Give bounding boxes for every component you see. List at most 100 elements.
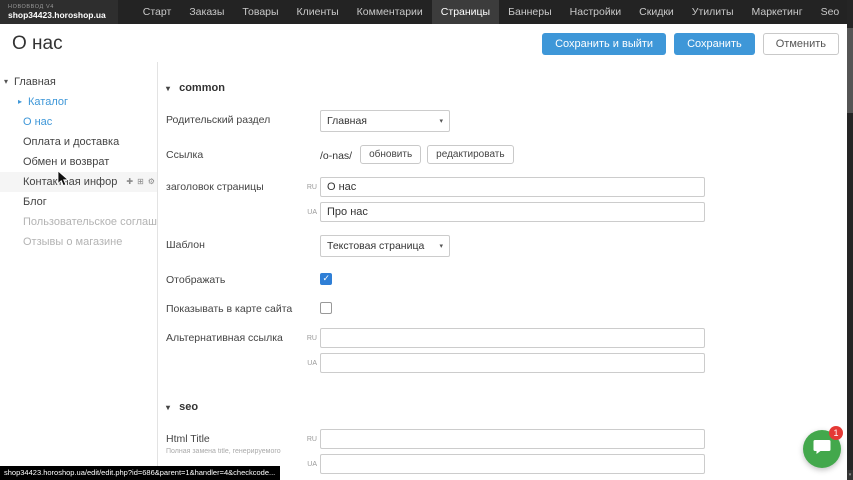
sitemap-label: Показывать в карте сайта <box>166 299 304 315</box>
header-buttons: Сохранить и выйти Сохранить Отменить <box>542 33 839 55</box>
menu-item-seo[interactable]: Seo <box>812 0 849 24</box>
sidebar-item-label: Блог <box>23 196 47 208</box>
lang-ru-label: RU <box>304 436 317 443</box>
lang-ua-label: UA <box>304 360 317 367</box>
menu-item-products[interactable]: Товары <box>233 0 287 24</box>
cancel-button[interactable]: Отменить <box>763 33 839 55</box>
sidebar-item-about[interactable]: О нас <box>0 112 157 132</box>
parent-section-row: Родительский раздел Главная ▾ <box>166 110 853 132</box>
alt-link-label: Альтернативная ссылка <box>166 328 304 373</box>
alt-link-ua-input[interactable] <box>320 353 705 373</box>
sidebar-item-contact-info[interactable]: Контактная инфор ✚ ⊞ ⚙ <box>0 172 157 192</box>
display-row: Отображать <box>166 270 853 286</box>
menu-item-comments[interactable]: Комментарии <box>348 0 432 24</box>
gear-icon[interactable]: ⚙ <box>148 178 155 186</box>
chevron-down-icon: ▾ <box>439 117 443 125</box>
page-title-label: заголовок страницы <box>166 177 304 222</box>
lang-ua-label: UA <box>304 209 317 216</box>
lang-ua-label: UA <box>304 461 317 468</box>
lang-ru-label: RU <box>304 184 317 191</box>
menu-item-clients[interactable]: Клиенты <box>288 0 348 24</box>
page-title: О нас <box>12 33 63 55</box>
edit-form: ▾ common Родительский раздел Главная ▾ <box>158 62 853 480</box>
alt-link-row: Альтернативная ссылка RU UA <box>166 328 853 373</box>
chevron-down-icon: ▾ <box>166 84 170 93</box>
menu-item-utilities[interactable]: Утилиты <box>683 0 743 24</box>
link-row: Ссылка /o-nas/ обновить редактировать <box>166 145 853 164</box>
status-url-tooltip: shop34423.horoshop.ua/edit/edit.php?id=6… <box>0 466 280 480</box>
menu-item-discounts[interactable]: Скидки <box>630 0 683 24</box>
page-header: О нас Сохранить и выйти Сохранить Отмени… <box>0 24 853 62</box>
section-seo-header[interactable]: ▾ seo <box>166 401 853 413</box>
sidebar-item-label: Пользовательское соглашение <box>23 216 157 228</box>
sidebar-item-payment-delivery[interactable]: Оплата и доставка <box>0 132 157 152</box>
chevron-down-icon: ▾ <box>439 242 443 250</box>
template-row: Шаблон Текстовая страница ▾ <box>166 235 853 257</box>
move-icon[interactable]: ✚ <box>126 178 133 186</box>
sidebar-item-label: Оплата и доставка <box>23 136 119 148</box>
link-update-button[interactable]: обновить <box>360 145 421 164</box>
display-label: Отображать <box>166 270 304 286</box>
link-value: /o-nas/ <box>320 147 352 162</box>
chevron-right-icon[interactable]: ▸ <box>18 97 22 106</box>
sidebar-item-label: Главная <box>14 76 56 88</box>
template-value: Текстовая страница <box>327 240 424 252</box>
sidebar-item-store-reviews[interactable]: Отзывы о магазине <box>0 232 157 252</box>
sidebar-item-user-agreement[interactable]: Пользовательское соглашение <box>0 212 157 232</box>
parent-section-label: Родительский раздел <box>166 110 304 132</box>
alt-link-ru-input[interactable] <box>320 328 705 348</box>
lang-ru-label: RU <box>304 335 317 342</box>
template-select[interactable]: Текстовая страница ▾ <box>320 235 450 257</box>
page-title-row: заголовок страницы RU UA <box>166 177 853 222</box>
sitemap-row: Показывать в карте сайта <box>166 299 853 315</box>
html-title-ru-input[interactable] <box>320 429 705 449</box>
sidebar-item-blog[interactable]: Блог <box>0 192 157 212</box>
vertical-scrollbar[interactable]: ▾ <box>847 0 853 480</box>
sidebar-item-label: Отзывы о магазине <box>23 236 122 248</box>
section-seo-title: seo <box>179 401 198 413</box>
menu-item-orders[interactable]: Заказы <box>180 0 233 24</box>
parent-section-value: Главная <box>327 115 367 127</box>
sidebar-item-home[interactable]: ▾ Главная <box>0 72 157 92</box>
menu-item-start[interactable]: Старт <box>134 0 181 24</box>
sitemap-checkbox[interactable] <box>320 302 332 314</box>
menu-item-banners[interactable]: Баннеры <box>499 0 561 24</box>
chat-unread-badge: 1 <box>829 426 843 440</box>
section-common-title: common <box>179 82 225 94</box>
html-title-ua-input[interactable] <box>320 454 705 474</box>
page-title-ua-input[interactable] <box>320 202 705 222</box>
page-title-ru-input[interactable] <box>320 177 705 197</box>
chat-bubble-icon <box>813 439 831 460</box>
menu-item-marketing[interactable]: Маркетинг <box>743 0 812 24</box>
add-page-icon[interactable]: ⊞ <box>137 178 144 186</box>
brand-block[interactable]: НОВОВВОД V4 shop34423.horoshop.ua <box>0 0 118 24</box>
menu-item-settings[interactable]: Настройки <box>561 0 631 24</box>
display-checkbox[interactable] <box>320 273 332 285</box>
link-label: Ссылка <box>166 145 304 164</box>
parent-section-select[interactable]: Главная ▾ <box>320 110 450 132</box>
tree-item-actions: ✚ ⊞ ⚙ <box>126 178 157 186</box>
chevron-down-icon[interactable]: ▾ <box>4 77 8 86</box>
save-and-exit-button[interactable]: Сохранить и выйти <box>542 33 666 55</box>
chevron-down-icon: ▾ <box>166 403 170 412</box>
pages-tree-sidebar: ▾ Главная ▸ Каталог О нас Оплата и доста… <box>0 62 158 480</box>
main-menu: Старт Заказы Товары Клиенты Комментарии … <box>134 0 853 24</box>
brand-domain-label: shop34423.horoshop.ua <box>8 10 106 20</box>
section-common-header[interactable]: ▾ common <box>166 82 853 94</box>
html-title-label-text: Html Title <box>166 433 210 445</box>
sidebar-item-label: Каталог <box>28 96 68 108</box>
app-window: НОВОВВОД V4 shop34423.horoshop.ua Старт … <box>0 0 853 480</box>
scroll-down-arrow[interactable]: ▾ <box>847 470 853 480</box>
sidebar-item-catalog[interactable]: ▸ Каталог <box>0 92 157 112</box>
link-edit-button[interactable]: редактировать <box>427 145 513 164</box>
sidebar-item-label: О нас <box>23 116 52 128</box>
page-body: ▾ Главная ▸ Каталог О нас Оплата и доста… <box>0 62 853 480</box>
scrollbar-thumb[interactable] <box>847 28 853 113</box>
menu-item-pages[interactable]: Страницы <box>432 0 499 24</box>
template-label: Шаблон <box>166 235 304 257</box>
sidebar-item-label: Контактная инфор <box>23 176 117 188</box>
chat-launcher-button[interactable]: 1 <box>803 430 841 468</box>
top-navigation-bar: НОВОВВОД V4 shop34423.horoshop.ua Старт … <box>0 0 853 24</box>
sidebar-item-exchange-return[interactable]: Обмен и возврат <box>0 152 157 172</box>
save-button[interactable]: Сохранить <box>674 33 755 55</box>
